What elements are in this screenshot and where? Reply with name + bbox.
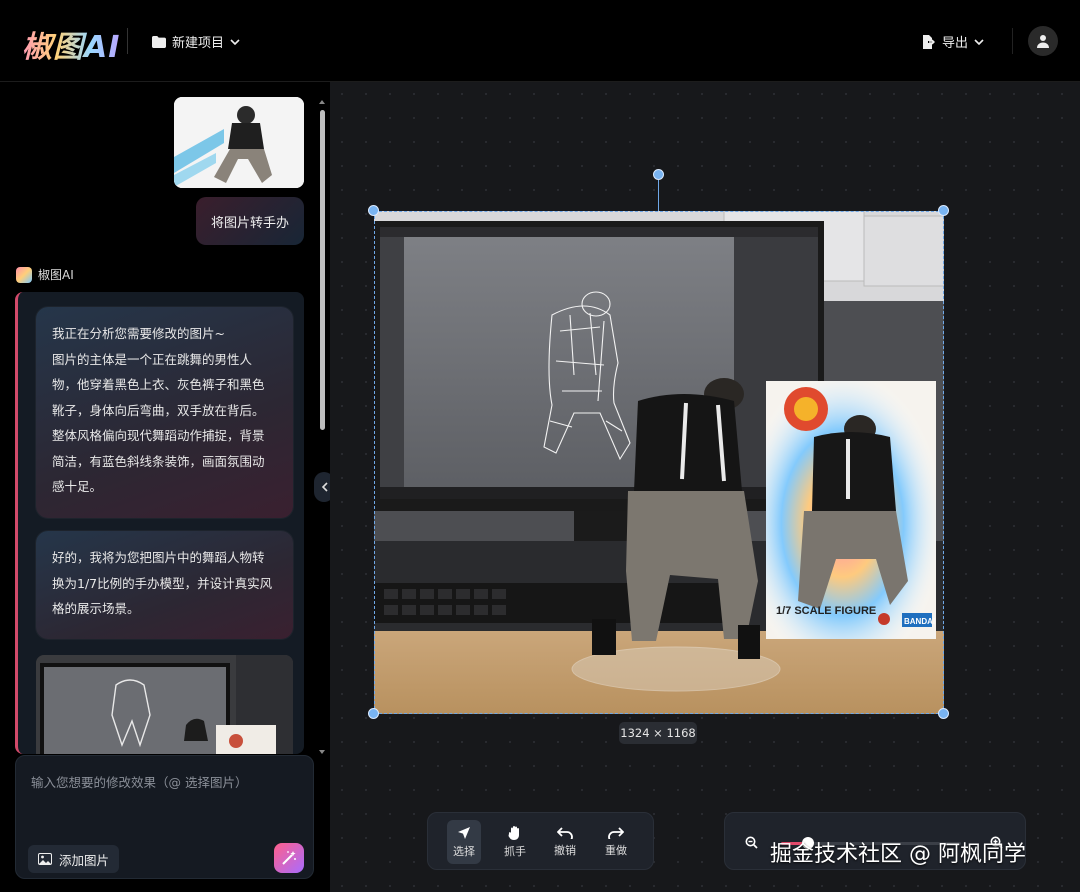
tool-label: 撤销 bbox=[554, 843, 576, 857]
ai-message-line: 简洁，有蓝色斜线条装饰，画面氛围动 bbox=[52, 453, 265, 469]
tool-undo[interactable]: 撤销 bbox=[548, 820, 582, 864]
ai-message-line: 格的展示场景。 bbox=[52, 601, 140, 616]
user-icon bbox=[1037, 35, 1049, 48]
ai-message-line: 好的，我将为您把图片中的舞蹈人物转 bbox=[52, 550, 265, 565]
resize-handle-top-right[interactable] bbox=[938, 205, 949, 216]
file-export-icon bbox=[923, 34, 935, 49]
selection-box[interactable] bbox=[374, 211, 944, 714]
magic-wand-icon bbox=[282, 851, 296, 865]
cursor-arrow-icon bbox=[458, 826, 470, 839]
hand-icon bbox=[508, 826, 519, 840]
dancer-thumbnail-image bbox=[174, 97, 304, 188]
header-divider bbox=[1012, 28, 1013, 54]
tool-label: 选择 bbox=[453, 844, 475, 858]
ai-message-line: 我正在分析您需要修改的图片~ bbox=[52, 326, 225, 341]
resize-handle-bottom-left[interactable] bbox=[368, 708, 379, 719]
zoom-out-icon[interactable] bbox=[745, 836, 758, 849]
generate-button[interactable] bbox=[274, 843, 304, 873]
app-logo[interactable]: 椒图AI bbox=[22, 22, 120, 66]
ai-name: 椒图AI bbox=[38, 268, 74, 282]
rotation-line bbox=[658, 180, 659, 211]
header-divider bbox=[127, 28, 128, 54]
ai-message-line: 感十足。 bbox=[52, 479, 103, 494]
chat-scrollbar[interactable] bbox=[318, 98, 326, 754]
tool-label: 重做 bbox=[605, 843, 627, 857]
undo-icon bbox=[557, 826, 573, 839]
prompt-input-placeholder[interactable]: 输入您想要的修改效果（@ 选择图片） bbox=[31, 772, 247, 791]
scroll-up-arrow[interactable] bbox=[319, 100, 325, 104]
ai-message-bubble: 我正在分析您需要修改的图片~ 图片的主体是一个正在跳舞的男性人 物，他穿着黑色上… bbox=[36, 307, 293, 518]
ai-message-line: 图片的主体是一个正在跳舞的男性人 bbox=[52, 351, 253, 367]
scrollbar-thumb[interactable] bbox=[320, 110, 325, 430]
ai-message-line: 靴子，身体向后弯曲，双手放在背后。 bbox=[52, 402, 265, 418]
project-label: 新建项目 bbox=[172, 36, 225, 51]
add-image-label: 添加图片 bbox=[59, 852, 110, 868]
ai-message-line: 物，他穿着黑色上衣、灰色裤子和黑色 bbox=[52, 377, 265, 392]
watermark-text: 掘金技术社区 @ 阿枫同学 bbox=[770, 842, 1026, 867]
project-menu[interactable]: 新建项目 bbox=[152, 32, 240, 51]
ai-message-line: 整体风格偏向现代舞蹈动作捕捉，背景 bbox=[52, 428, 265, 443]
figure-result-thumbnail-image bbox=[36, 655, 293, 754]
ai-logo-icon bbox=[16, 266, 32, 283]
resize-handle-top-left[interactable] bbox=[368, 205, 379, 216]
chevron-left-icon bbox=[321, 482, 328, 492]
add-image-button[interactable]: 添加图片 bbox=[28, 845, 120, 873]
redo-icon bbox=[608, 826, 624, 839]
user-avatar[interactable] bbox=[1028, 26, 1058, 56]
editor-canvas[interactable]: 1/7 SCALE FIGURE BANDAI 1324 × 1168 选择 抓… bbox=[330, 82, 1080, 892]
resize-handle-bottom-right[interactable] bbox=[938, 708, 949, 719]
tool-label: 抓手 bbox=[504, 845, 526, 858]
user-message-bubble: 将图片转手办 bbox=[196, 197, 304, 245]
ai-message-bubble: 好的，我将为您把图片中的舞蹈人物转 换为1/7比例的手办模型，并设计真实风 格的… bbox=[36, 531, 293, 639]
chevron-down-icon bbox=[230, 38, 240, 45]
ai-sender-label: 椒图AI bbox=[16, 266, 74, 283]
ai-response-panel: 我正在分析您需要修改的图片~ 图片的主体是一个正在跳舞的男性人 物，他穿着黑色上… bbox=[15, 292, 304, 754]
canvas-toolbar: 选择 抓手 撤销 重做 bbox=[427, 812, 654, 870]
ai-result-thumbnail[interactable] bbox=[36, 655, 293, 754]
rotate-handle[interactable] bbox=[653, 169, 664, 180]
export-label: 导出 bbox=[942, 36, 969, 51]
chevron-down-icon bbox=[974, 38, 984, 45]
top-header: 椒图AI 新建项目 导出 bbox=[0, 0, 1080, 82]
scroll-down-arrow[interactable] bbox=[319, 750, 325, 754]
export-menu[interactable]: 导出 bbox=[922, 32, 984, 51]
chat-sidebar: 将图片转手办 椒图AI 我正在分析您需要修改的图片~ 图片的主体是一个正在跳舞的… bbox=[0, 82, 334, 892]
ai-message-line: 换为1/7比例的手办模型，并设计真实风 bbox=[52, 575, 273, 591]
folder-icon bbox=[152, 35, 166, 48]
tool-redo[interactable]: 重做 bbox=[599, 820, 633, 864]
tool-hand[interactable]: 抓手 bbox=[498, 820, 532, 864]
image-dimensions-badge: 1324 × 1168 bbox=[619, 722, 697, 744]
prompt-input-box[interactable]: 输入您想要的修改效果（@ 选择图片） 添加图片 bbox=[15, 755, 314, 879]
image-icon bbox=[38, 853, 52, 865]
user-uploaded-image[interactable] bbox=[174, 97, 304, 188]
tool-select[interactable]: 选择 bbox=[447, 820, 481, 864]
